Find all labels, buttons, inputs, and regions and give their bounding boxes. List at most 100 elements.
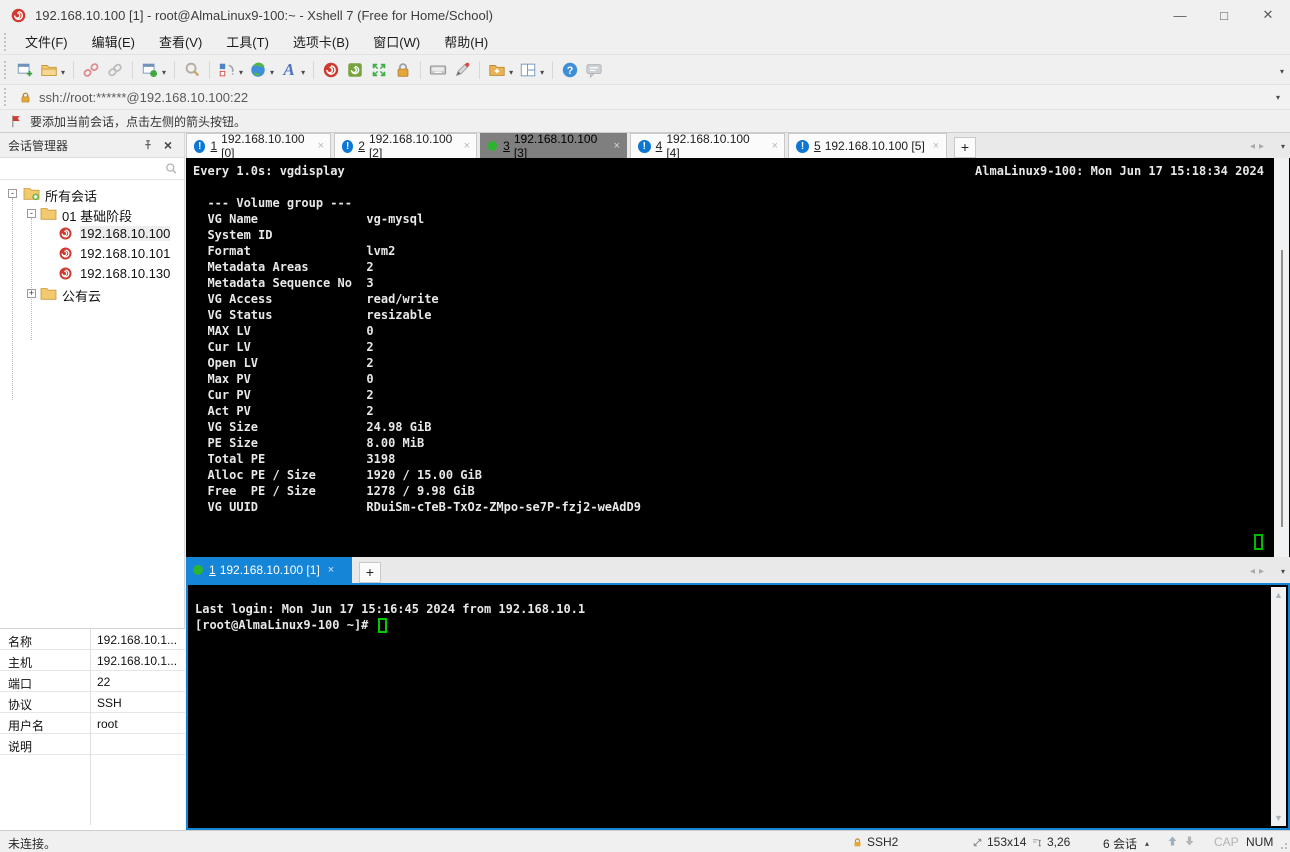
address-bar[interactable]: ssh://root:******@192.168.10.100:22 ▾ xyxy=(0,85,1290,110)
tab-session-2[interactable]: ! 2 192.168.10.100 [2] × xyxy=(334,132,477,160)
tab-close-icon[interactable]: × xyxy=(328,564,334,576)
table-row: 协议 SSH xyxy=(0,692,185,713)
tab-session-3-active[interactable]: 3 192.168.10.100 [3] × xyxy=(480,132,627,160)
session-count[interactable]: 6 会话 ▴ xyxy=(1103,835,1149,852)
arrow-up-icon[interactable] xyxy=(1166,834,1179,848)
compose-pane-icon[interactable] xyxy=(215,58,239,82)
menu-file[interactable]: 文件(F) xyxy=(13,30,80,55)
fullscreen-icon[interactable] xyxy=(367,58,391,82)
tree-item-folder-cloud[interactable]: + 公有云 xyxy=(0,284,184,304)
address-url[interactable]: ssh://root:******@192.168.10.100:22 xyxy=(39,90,248,105)
tree-item-session-101[interactable]: 192.168.10.101 xyxy=(0,244,184,264)
tree-item-all-sessions[interactable]: - 所有会话 xyxy=(0,184,184,204)
tab-scroll-arrows[interactable]: ◂▸ xyxy=(1250,566,1268,577)
address-history-caret[interactable]: ▾ xyxy=(1276,93,1280,102)
toolbar-grip[interactable] xyxy=(4,33,9,51)
tab-session-5[interactable]: ! 5 192.168.10.100 [5] × xyxy=(788,133,947,158)
minimize-button[interactable]: — xyxy=(1158,0,1202,30)
tab-session-0[interactable]: ! 1 192.168.10.100 [0] × xyxy=(186,132,331,160)
toolbar-grip[interactable] xyxy=(4,88,9,106)
menu-view[interactable]: 查看(V) xyxy=(147,30,214,55)
tab-close-icon[interactable]: × xyxy=(614,140,620,152)
top-terminal-scrollbar[interactable] xyxy=(1274,158,1289,557)
tile-layout-icon[interactable] xyxy=(516,58,540,82)
menu-edit[interactable]: 编辑(E) xyxy=(80,30,147,55)
connected-status-icon xyxy=(193,565,203,575)
font-caret[interactable]: ▾ xyxy=(301,68,305,77)
caps-lock-indicator: CAP xyxy=(1214,835,1239,849)
virtual-keyboard-icon[interactable] xyxy=(426,58,450,82)
sessions-caret-icon: ▴ xyxy=(1145,839,1150,848)
menu-window[interactable]: 窗口(W) xyxy=(361,30,432,55)
tab-session-1-active[interactable]: 1 192.168.10.100 [1] × xyxy=(186,557,352,583)
terminal-cursor xyxy=(1254,534,1263,550)
open-session-icon[interactable] xyxy=(37,58,61,82)
window-resize-grip[interactable] xyxy=(1285,847,1287,849)
tree-item-label[interactable]: 192.168.10.130 xyxy=(80,266,170,281)
session-properties-caret[interactable]: ▾ xyxy=(162,68,166,77)
tab-close-icon[interactable]: × xyxy=(464,140,470,152)
highlight-pen-icon[interactable] xyxy=(450,58,474,82)
new-tab-button[interactable]: + xyxy=(954,137,976,158)
xshell-logo-icon[interactable] xyxy=(319,58,343,82)
terminal-bottom-pane[interactable]: Last login: Mon Jun 17 15:16:45 2024 fro… xyxy=(186,583,1290,830)
menu-help[interactable]: 帮助(H) xyxy=(432,30,500,55)
lock-screen-icon[interactable] xyxy=(391,58,415,82)
toolbar-overflow-caret[interactable]: ▾ xyxy=(1280,67,1284,76)
menu-tabs[interactable]: 选项卡(B) xyxy=(281,30,361,55)
web-browser-caret[interactable]: ▾ xyxy=(270,68,274,77)
new-session-icon[interactable] xyxy=(13,58,37,82)
panel-close-icon[interactable]: × xyxy=(160,137,176,153)
new-tab-button[interactable]: + xyxy=(359,562,381,583)
tree-item-label[interactable]: 公有云 xyxy=(62,286,101,305)
compose-pane-caret[interactable]: ▾ xyxy=(239,68,243,77)
tree-item-folder-01[interactable]: - 01 基础阶段 xyxy=(0,204,184,224)
xftp-logo-icon[interactable] xyxy=(343,58,367,82)
tree-item-label[interactable]: 192.168.10.101 xyxy=(80,246,170,261)
tab-close-icon[interactable]: × xyxy=(933,140,939,152)
scroll-up-icon[interactable]: ▲ xyxy=(1273,590,1284,600)
find-icon[interactable] xyxy=(180,58,204,82)
session-properties-icon[interactable] xyxy=(138,58,162,82)
top-tab-bar: ! 1 192.168.10.100 [0] × ! 2 192.168.10.… xyxy=(186,132,1290,160)
tab-close-icon[interactable]: × xyxy=(318,140,324,152)
tile-layout-caret[interactable]: ▾ xyxy=(540,68,544,77)
tab-label: 192.168.10.100 [0] xyxy=(221,132,305,160)
tab-list-caret[interactable]: ▾ xyxy=(1281,142,1285,151)
scrollbar-thumb[interactable] xyxy=(1281,250,1283,527)
tree-item-label[interactable]: 01 基础阶段 xyxy=(62,206,132,225)
tab-scroll-arrows[interactable]: ◂▸ xyxy=(1250,141,1268,152)
terminal-top-pane[interactable]: Every 1.0s: vgdisplay AlmaLinux9-100: Mo… xyxy=(186,158,1290,557)
window-title: 192.168.10.100 [1] - root@AlmaLinux9-100… xyxy=(35,7,493,23)
scroll-down-icon[interactable]: ▼ xyxy=(1273,813,1284,823)
expand-icon[interactable]: + xyxy=(27,289,36,298)
tab-label: 192.168.10.100 [4] xyxy=(666,132,750,160)
tree-item-label[interactable]: 所有会话 xyxy=(45,186,97,205)
tab-close-icon[interactable]: × xyxy=(772,140,778,152)
new-transfer-caret[interactable]: ▾ xyxy=(509,68,513,77)
tab-list-caret[interactable]: ▾ xyxy=(1281,567,1285,576)
tree-item-session-100[interactable]: 192.168.10.100 xyxy=(0,224,184,244)
tree-item-session-130[interactable]: 192.168.10.130 xyxy=(0,264,184,284)
flag-icon[interactable] xyxy=(10,114,24,128)
session-search-input[interactable] xyxy=(0,158,184,180)
tab-session-4[interactable]: ! 4 192.168.10.100 [4] × xyxy=(630,132,785,160)
maximize-button[interactable]: □ xyxy=(1202,0,1246,30)
new-transfer-icon[interactable] xyxy=(485,58,509,82)
help-icon[interactable]: ? xyxy=(558,58,582,82)
arrow-down-icon[interactable] xyxy=(1183,834,1196,848)
tree-item-label[interactable]: 192.168.10.100 xyxy=(80,226,171,241)
collapse-icon[interactable]: - xyxy=(27,209,36,218)
close-button[interactable]: ✕ xyxy=(1246,0,1290,30)
pane-nav-arrows[interactable] xyxy=(1166,834,1196,848)
menu-tools[interactable]: 工具(T) xyxy=(214,30,281,55)
session-manager-title: 会话管理器 xyxy=(8,138,69,153)
collapse-icon[interactable]: - xyxy=(8,189,17,198)
web-browser-icon[interactable] xyxy=(246,58,270,82)
pin-icon[interactable] xyxy=(140,137,156,153)
bottom-terminal-scrollbar[interactable]: ▲ ▼ xyxy=(1271,587,1286,826)
font-icon[interactable]: A xyxy=(277,58,301,82)
toolbar-grip[interactable] xyxy=(4,60,9,79)
table-row: 说明 xyxy=(0,734,185,755)
open-session-caret[interactable]: ▾ xyxy=(61,68,65,77)
